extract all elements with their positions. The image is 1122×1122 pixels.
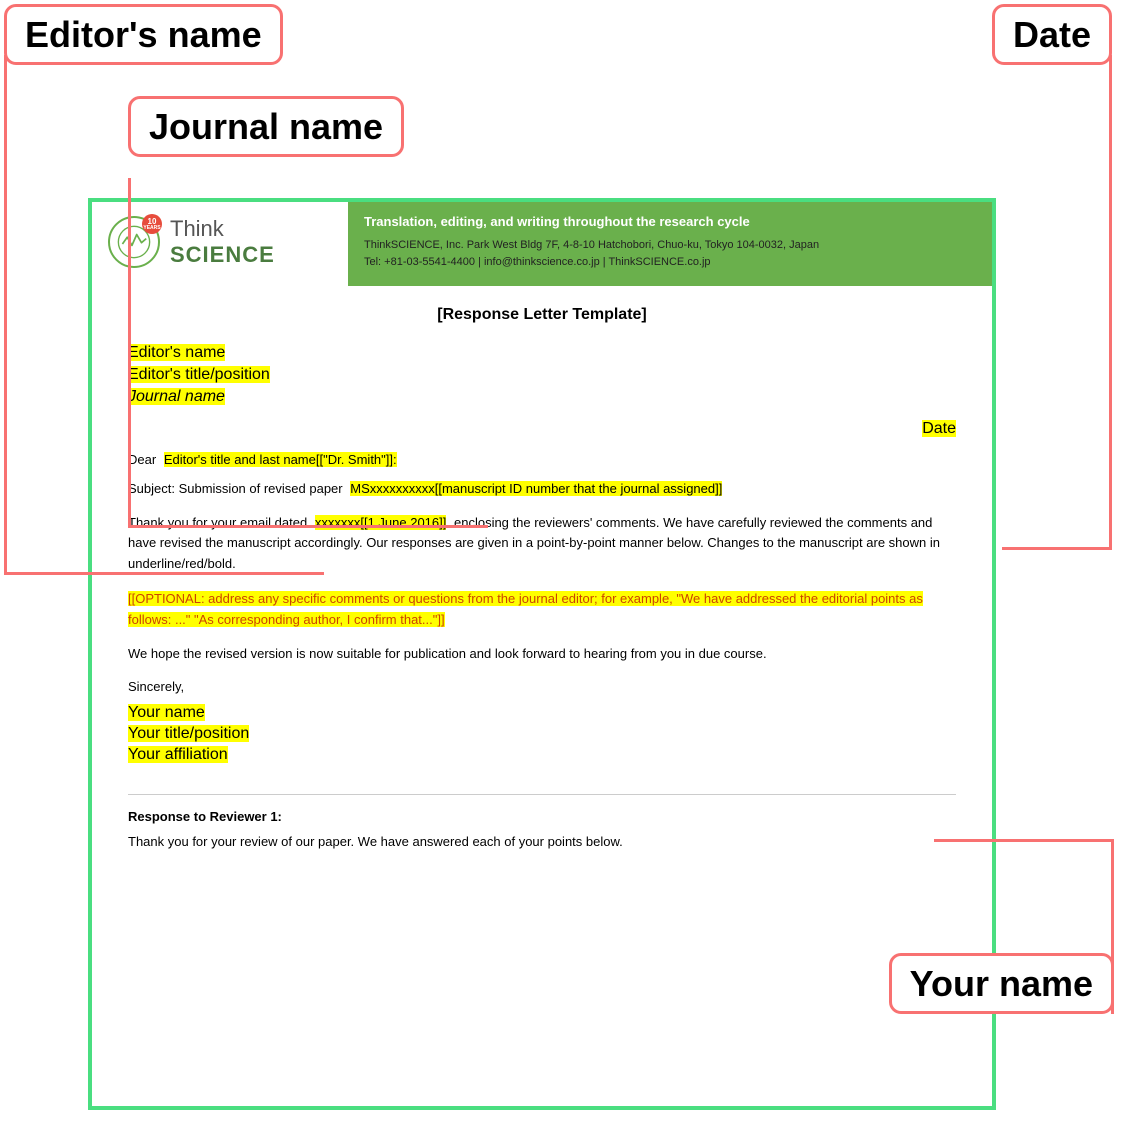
sig-your-affiliation: Your affiliation bbox=[128, 746, 956, 764]
sig-your-title: Your title/position bbox=[128, 725, 956, 743]
reviewer-text: Thank you for your review of our paper. … bbox=[128, 832, 956, 853]
signature-block: Your name Your title/position Your affil… bbox=[128, 704, 956, 764]
date-label: Date bbox=[992, 4, 1112, 65]
sig-affiliation-highlight: Your affiliation bbox=[128, 746, 228, 763]
reviewer-heading: Response to Reviewer 1: bbox=[128, 809, 956, 824]
date-bracket bbox=[1002, 55, 1112, 550]
date-highlight: Date bbox=[922, 420, 956, 437]
sig-title-highlight: Your title/position bbox=[128, 725, 249, 742]
sig-your-name: Your name bbox=[128, 704, 956, 722]
journal-name-label: Journal name bbox=[128, 96, 404, 157]
sincerely-line: Sincerely, bbox=[128, 679, 956, 694]
journal-name-bracket bbox=[128, 178, 488, 528]
reviewer-section: Response to Reviewer 1: Thank you for yo… bbox=[128, 794, 956, 853]
sig-name-highlight: Your name bbox=[128, 704, 205, 721]
body-paragraph-2: We hope the revised version is now suita… bbox=[128, 644, 956, 665]
optional-highlight: [[OPTIONAL: address any specific comment… bbox=[128, 591, 923, 627]
your-name-label: Your name bbox=[889, 953, 1114, 1014]
editors-name-label: Editor's name bbox=[4, 4, 283, 65]
optional-block: [[OPTIONAL: address any specific comment… bbox=[128, 589, 956, 631]
